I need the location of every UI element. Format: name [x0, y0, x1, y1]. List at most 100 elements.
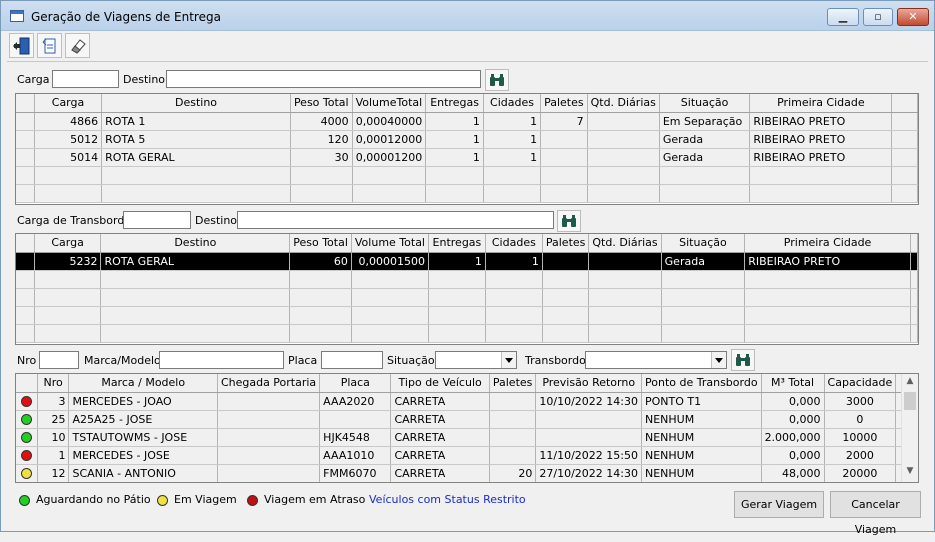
column-header[interactable]: Primeira Cidade — [749, 94, 893, 113]
table-cell — [540, 148, 588, 167]
table-row[interactable]: 25 A25A25 - JOSE CARRETA NENHUM 0,000 0 — [16, 410, 918, 429]
table-cell: RIBEIRAO PRETO — [749, 112, 893, 131]
table-row[interactable]: 4866 ROTA 1 4000 0,00040000 1 1 7 Em Separação R… — [16, 112, 918, 131]
table-row[interactable]: 5012 ROTA 5 120 0,00012000 1 1 Gerada RIBEIRAO … — [16, 130, 918, 149]
search-veiculos-button[interactable] — [731, 349, 755, 371]
cargas-grid[interactable]: Carga Destino Peso Total VolumeTotal Entrega… — [15, 93, 919, 205]
column-header[interactable]: Situação — [661, 234, 746, 253]
gerar-viagem-button[interactable]: Gerar Viagem — [734, 491, 824, 518]
column-header[interactable]: Situação — [659, 94, 751, 113]
table-cell: NENHUM — [641, 410, 762, 429]
nro-label: Nro — [17, 354, 37, 367]
destino-transbordo-label: Destino — [195, 214, 238, 227]
table-cell: 0,000 — [761, 446, 825, 465]
carga-input[interactable] — [52, 70, 119, 88]
refresh-button[interactable] — [37, 33, 62, 58]
table-row[interactable]: 5232 ROTA GERAL 60 0,00001500 1 1 Gerada RIBEIR… — [16, 252, 918, 271]
table-cell: 10 — [37, 428, 70, 447]
table-row[interactable]: 10 TSTAUTOWMS - JOSE HJK4548 CARRETA NENHUM 2… — [16, 428, 918, 447]
maximize-button[interactable]: ▫ — [863, 8, 893, 26]
nro-input[interactable] — [39, 351, 79, 369]
marca-input[interactable] — [159, 351, 284, 369]
search-cargas-button[interactable] — [485, 69, 509, 91]
row-indicator — [16, 234, 35, 253]
table-row[interactable]: 5014 ROTA GERAL 30 0,00001200 1 1 Gerada RIBEIR… — [16, 148, 918, 167]
column-header[interactable]: Capacidade — [824, 374, 897, 393]
table-cell: 1 — [483, 112, 542, 131]
column-header[interactable]: Carga — [34, 94, 103, 113]
marca-label: Marca/Modelo — [84, 354, 161, 367]
search-transbordo-button[interactable] — [557, 210, 581, 232]
empty-cell — [100, 324, 291, 343]
table-row[interactable]: 12 SCANIA - ANTONIO FMM6070 CARRETA 20 27/10/… — [16, 464, 918, 482]
column-header[interactable] — [16, 374, 38, 393]
destino-input[interactable] — [166, 70, 481, 88]
table-cell: ROTA 1 — [101, 112, 291, 131]
column-header[interactable]: Qtd. Diárias — [587, 94, 660, 113]
situacao-select[interactable] — [435, 351, 517, 369]
green-status-icon — [19, 494, 30, 506]
transbordo-select[interactable] — [585, 351, 727, 369]
veiculos-scrollbar[interactable]: ▲ ▼ — [901, 374, 918, 482]
column-header[interactable]: Nro — [37, 374, 70, 393]
column-header[interactable]: VolumeTotal — [352, 94, 427, 113]
chevron-down-icon[interactable] — [711, 352, 726, 368]
column-header[interactable]: Paletes — [542, 234, 590, 253]
empty-cell — [542, 306, 590, 325]
scroll-thumb[interactable] — [904, 392, 916, 410]
close-button[interactable]: ✕ — [897, 8, 929, 26]
column-header[interactable]: Entregas — [425, 94, 484, 113]
binoculars-icon — [490, 74, 504, 86]
scroll-up-icon[interactable]: ▲ — [902, 376, 918, 392]
table-row[interactable]: 3 MERCEDES - JOAO AAA2020 CARRETA 10/10/2022… — [16, 392, 918, 411]
empty-cell — [587, 166, 660, 185]
column-header[interactable]: Destino — [100, 234, 291, 253]
column-header[interactable]: Destino — [101, 94, 291, 113]
column-header[interactable]: Paletes — [540, 94, 588, 113]
empty-cell — [289, 306, 352, 325]
column-header[interactable]: Ponto de Transbordo — [641, 374, 762, 393]
column-header[interactable]: Cidades — [485, 234, 543, 253]
minimize-button[interactable]: ▁ — [827, 8, 859, 26]
column-header[interactable]: Placa — [319, 374, 392, 393]
placa-input[interactable] — [321, 351, 383, 369]
destino-transbordo-input[interactable] — [237, 211, 554, 229]
carga-transbordo-input[interactable] — [123, 211, 191, 229]
column-header[interactable]: Peso Total — [289, 234, 352, 253]
row-indicator — [16, 112, 35, 131]
column-header[interactable]: M³ Total — [761, 374, 825, 393]
empty-cell — [16, 324, 35, 343]
table-cell: 30 — [290, 148, 353, 167]
transbordo-grid[interactable]: Carga Destino Peso Total Volume Total Entreg… — [15, 233, 919, 345]
column-header[interactable]: Entregas — [428, 234, 486, 253]
exit-button[interactable] — [9, 33, 34, 58]
empty-cell — [891, 166, 918, 185]
column-header[interactable]: Primeira Cidade — [744, 234, 911, 253]
column-header[interactable]: Previsão Retorno — [535, 374, 642, 393]
column-header[interactable]: Chegada Portaria — [217, 374, 321, 393]
cancelar-viagem-button[interactable]: Cancelar Viagem — [830, 491, 921, 536]
exit-door-icon — [13, 37, 30, 55]
veiculos-grid[interactable]: Nro Marca / Modelo Chegada Portaria Placa Ti… — [15, 373, 919, 483]
situacao-label: Situação — [387, 354, 435, 367]
clear-button[interactable] — [65, 33, 90, 58]
column-header[interactable]: Volume Total — [351, 234, 430, 253]
veiculos-restritos-link[interactable]: Veículos com Status Restrito — [369, 493, 526, 506]
empty-row — [16, 184, 918, 203]
table-row[interactable]: 1 MERCEDES - JOSE AAA1010 CARRETA 11/10/2022… — [16, 446, 918, 465]
column-header[interactable]: Paletes — [489, 374, 537, 393]
empty-cell — [34, 184, 103, 203]
status-dot-icon — [20, 414, 32, 425]
empty-cell — [661, 288, 746, 307]
chevron-down-icon[interactable] — [501, 352, 516, 368]
empty-cell — [485, 324, 543, 343]
column-header[interactable]: Peso Total — [290, 94, 353, 113]
column-header[interactable]: Cidades — [483, 94, 542, 113]
column-header[interactable]: Qtd. Diárias — [588, 234, 662, 253]
scroll-down-icon[interactable]: ▼ — [902, 466, 918, 482]
column-header[interactable]: Tipo de Veículo — [390, 374, 490, 393]
column-header[interactable]: Carga — [34, 234, 102, 253]
destino-label: Destino — [123, 73, 166, 86]
row-filler — [891, 112, 918, 131]
column-header[interactable]: Marca / Modelo — [68, 374, 218, 393]
